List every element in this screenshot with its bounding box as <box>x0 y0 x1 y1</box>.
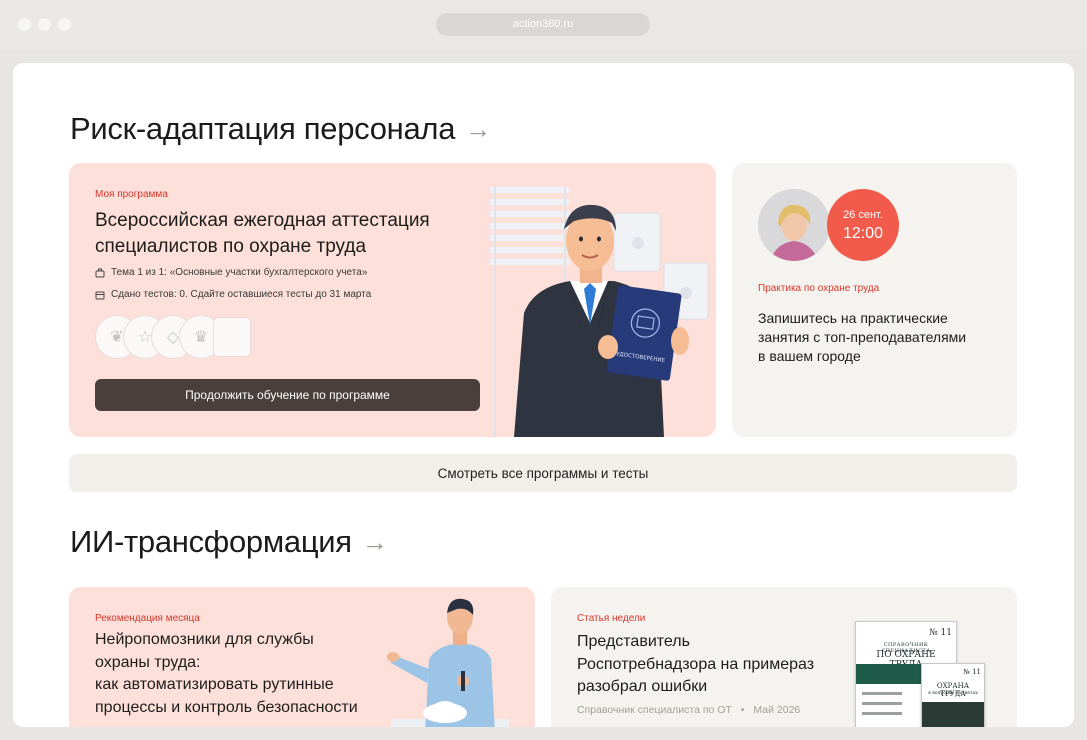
article-meta: Справочник специалиста по ОТ • Май 2026 <box>577 704 800 716</box>
teacher-photo <box>758 189 830 261</box>
article-date: Май 2026 <box>753 704 801 716</box>
program-tests: Сдано тестов: 0. Сдайте оставшиеся тесты… <box>95 289 371 300</box>
businessman-illustration: УДОСТОВЕРЕНИЕ <box>490 187 709 437</box>
article-card[interactable]: Статья недели Представитель Роспотребнад… <box>551 587 1017 727</box>
minimize-window-dot[interactable] <box>38 18 51 31</box>
practice-card[interactable]: 26 сент. 12:00 Практика по охране труда … <box>732 163 1017 437</box>
meta-separator: • <box>740 704 745 716</box>
section-title-ai[interactable]: ИИ-трансформация → <box>70 524 388 560</box>
maximize-window-dot[interactable] <box>58 18 71 31</box>
event-date-badge: 26 сент. 12:00 <box>827 189 899 261</box>
program-tag: Моя программа <box>95 189 168 200</box>
recommendation-tag: Рекомендация месяца <box>95 613 200 624</box>
article-source: Справочник специалиста по ОТ <box>577 704 732 716</box>
address-bar[interactable]: action360.ru <box>436 13 650 36</box>
recommendation-card[interactable]: Рекомендация месяца Нейропомозники для с… <box>69 587 535 727</box>
event-date: 26 сент. <box>843 209 883 221</box>
section-title-text: ИИ-трансформация <box>70 524 352 559</box>
event-time: 12:00 <box>842 225 884 242</box>
section-title-risk[interactable]: Риск-адаптация персонала → <box>70 111 491 147</box>
calendar-icon <box>95 291 105 299</box>
section-title-text: Риск-адаптация персонала <box>70 111 456 146</box>
certificate-badge-icon <box>213 317 251 357</box>
specialist-illustration <box>387 598 509 727</box>
recommendation-title: Нейропомозники для службы охраны труда: … <box>95 631 358 716</box>
briefcase-icon <box>95 268 105 277</box>
practice-tag: Практика по охране труда <box>758 283 880 294</box>
program-title: Всероссийская ежегодная аттестация специ… <box>95 210 430 257</box>
practice-title: Запишитесь на практические занятия с топ… <box>758 310 967 364</box>
article-title: Представитель Роспотребнадзора на пример… <box>577 633 815 695</box>
continue-learning-button[interactable]: Продолжить обучение по программе <box>95 379 480 411</box>
see-all-programs-button[interactable]: Смотреть все программы и тесты <box>69 454 1017 492</box>
magazine-front-cover: № 11 ОХРАНА ТРУДА в вопросах и ответах <box>921 663 985 727</box>
program-topic: Тема 1 из 1: «Основные участки бухгалтер… <box>95 267 367 278</box>
window-controls <box>18 18 71 31</box>
teacher-avatar <box>758 189 830 261</box>
achievement-badges: ❦ ☆ ◇ ♛ <box>95 315 255 359</box>
close-window-dot[interactable] <box>18 18 31 31</box>
article-tag: Статья недели <box>577 613 646 624</box>
page-content: Риск-адаптация персонала → Моя программа… <box>13 63 1074 727</box>
arrow-right-icon: → <box>465 113 491 144</box>
browser-chrome: action360.ru <box>0 0 1087 50</box>
arrow-right-icon: → <box>361 526 388 557</box>
program-card[interactable]: Моя программа Всероссийская ежегодная ат… <box>69 163 716 437</box>
